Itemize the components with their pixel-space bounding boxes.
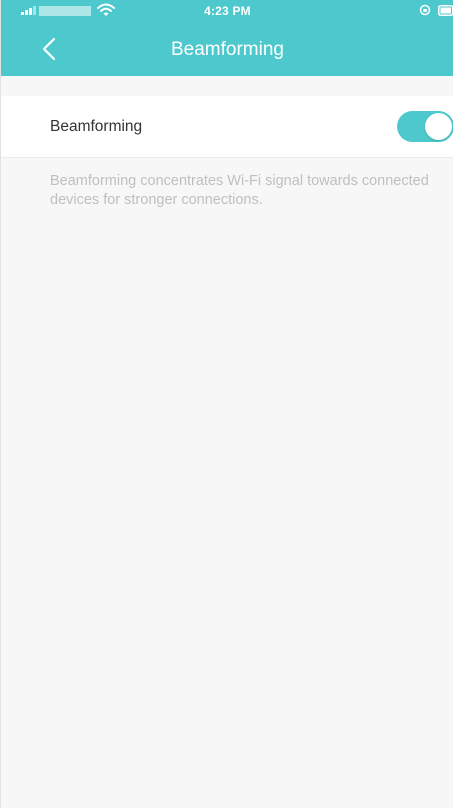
orientation-lock-icon <box>419 4 431 16</box>
header: 4:23 PM Beamforming <box>1 0 453 76</box>
status-bar: 4:23 PM <box>1 0 453 22</box>
beamforming-description: Beamforming concentrates Wi-Fi signal to… <box>50 173 429 208</box>
page-title: Beamforming <box>171 39 284 60</box>
battery-icon <box>438 5 453 16</box>
beamforming-label: Beamforming <box>50 118 143 135</box>
toggle-knob <box>425 113 452 140</box>
beamforming-setting-row: Beamforming <box>1 96 453 158</box>
app-screen: 4:23 PM Beamforming Beamforming Beamform… <box>0 0 453 808</box>
navigation-bar: Beamforming <box>1 22 453 76</box>
status-time: 4:23 PM <box>204 4 251 18</box>
beamforming-toggle[interactable] <box>397 111 453 142</box>
